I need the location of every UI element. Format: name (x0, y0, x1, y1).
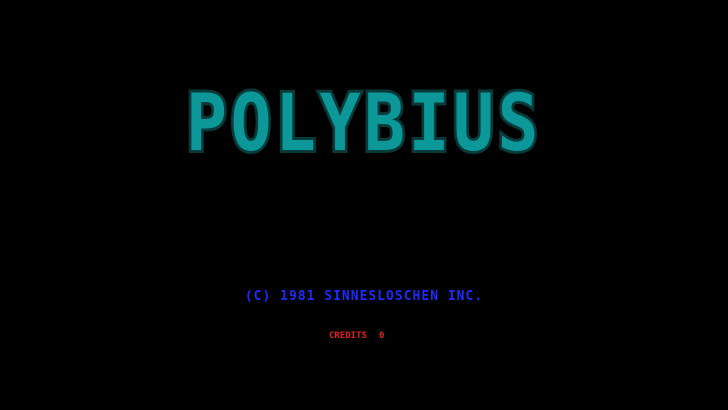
credits-value: 0 (378, 331, 385, 341)
game-title: POLYBIUS (186, 84, 542, 162)
attract-screen: POLYBIUS (C) 1981 SINNESLOSCHEN INC. CRE… (0, 0, 728, 410)
credits-counter: CREDITS 0 (329, 330, 384, 342)
credits-label: CREDITS (329, 331, 367, 341)
title-logo-svg: POLYBIUS (183, 84, 542, 162)
game-title-logo: POLYBIUS (182, 84, 546, 162)
copyright-notice: (C) 1981 SINNESLOSCHEN INC. (244, 289, 484, 304)
